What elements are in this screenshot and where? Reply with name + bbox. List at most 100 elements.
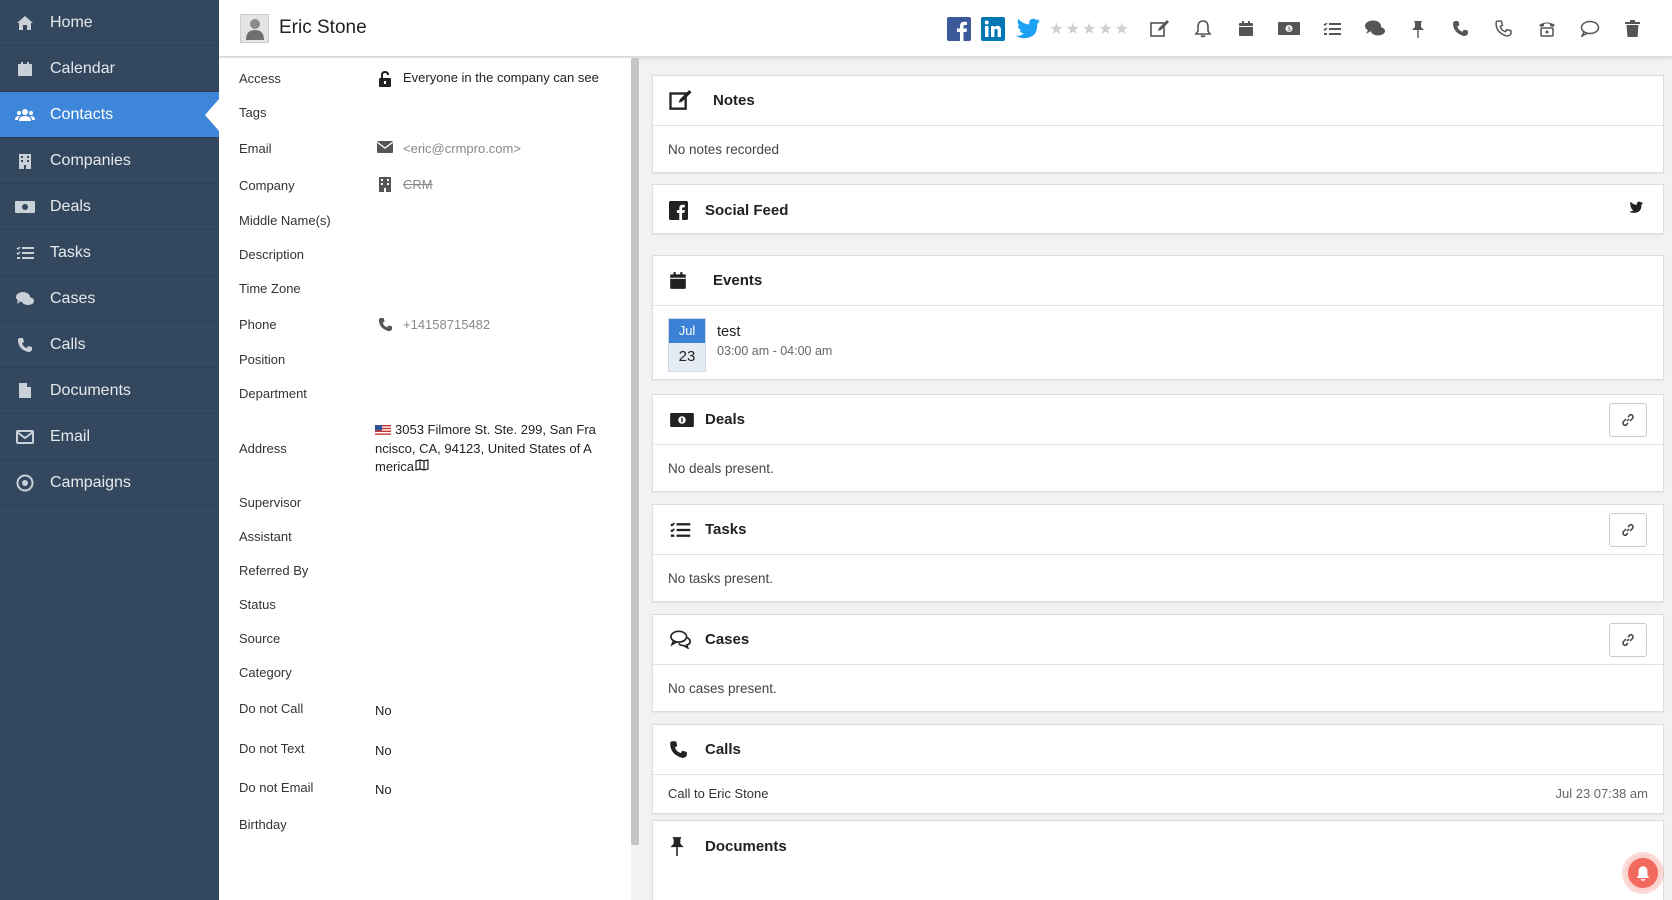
- event-day: 23: [669, 343, 705, 371]
- company-value[interactable]: CRM: [403, 175, 433, 194]
- reminder-button[interactable]: [1181, 9, 1224, 49]
- do-not-text-value: No: [375, 743, 392, 758]
- notification-bell-button[interactable]: [1625, 855, 1661, 891]
- detail-label: Source: [239, 631, 281, 646]
- detail-label: Do not Text: [239, 741, 305, 756]
- delete-button[interactable]: [1611, 9, 1654, 49]
- cases-header[interactable]: Cases: [653, 615, 1663, 665]
- phone-value[interactable]: +14158715482: [403, 315, 490, 334]
- documents-card: Documents: [652, 820, 1664, 900]
- trash-icon: [1625, 20, 1640, 37]
- sidebar-item-contacts[interactable]: Contacts: [0, 92, 219, 138]
- detail-label: Company: [239, 178, 295, 193]
- pin-button[interactable]: [1396, 9, 1439, 49]
- twitter-icon[interactable]: [1628, 201, 1643, 219]
- sidebar-item-email[interactable]: Email: [0, 414, 219, 460]
- detail-label: Tags: [239, 105, 267, 120]
- link-icon: [1622, 523, 1634, 537]
- sidebar-item-cases[interactable]: Cases: [0, 276, 219, 322]
- money-icon: $: [1277, 22, 1300, 35]
- building-icon: [0, 153, 50, 169]
- call-item[interactable]: Call to Eric Stone Jul 23 07:38 am: [653, 775, 1663, 812]
- notes-empty: No notes recorded: [668, 142, 780, 157]
- documents-header[interactable]: Documents: [653, 821, 1663, 871]
- tasks-empty: No tasks present.: [668, 571, 774, 586]
- events-header[interactable]: Events: [653, 256, 1663, 306]
- call-name: Call to Eric Stone: [668, 786, 769, 801]
- edit-button[interactable]: [1138, 9, 1181, 49]
- sidebar-item-calls[interactable]: Calls: [0, 322, 219, 368]
- add-case-button[interactable]: [1353, 9, 1396, 49]
- sidebar-item-tasks[interactable]: Tasks: [0, 230, 219, 276]
- star-icon[interactable]: ★: [1049, 19, 1063, 39]
- envelope-icon: [0, 429, 50, 444]
- add-event-button[interactable]: [1224, 9, 1267, 49]
- checklist-icon: [0, 245, 50, 260]
- events-title: Events: [713, 272, 763, 289]
- details-scrollbar[interactable]: [631, 58, 639, 845]
- detail-label: Address: [239, 441, 287, 456]
- tasks-card: Tasks No tasks present.: [652, 504, 1664, 602]
- message-button[interactable]: [1568, 9, 1611, 49]
- add-deal-button[interactable]: $: [1267, 9, 1310, 49]
- target-icon: [0, 474, 50, 492]
- cases-empty: No cases present.: [668, 681, 777, 696]
- money-icon: [0, 200, 50, 213]
- sidebar: Home Calendar Contacts Companies Deals T…: [0, 0, 219, 900]
- link-deal-button[interactable]: [1609, 403, 1647, 437]
- facebook-button[interactable]: [942, 16, 976, 41]
- bell-icon: [1194, 19, 1211, 37]
- sidebar-item-companies[interactable]: Companies: [0, 138, 219, 184]
- notes-header[interactable]: Notes: [653, 76, 1663, 126]
- star-icon[interactable]: ★: [1082, 19, 1096, 39]
- sidebar-item-deals[interactable]: Deals: [0, 184, 219, 230]
- email-value[interactable]: <eric@crmpro.com>: [403, 139, 521, 158]
- avatar[interactable]: [240, 13, 269, 43]
- link-icon: [1622, 633, 1634, 647]
- call-button[interactable]: [1482, 9, 1525, 49]
- social-feed-title: Social Feed: [705, 201, 789, 219]
- event-title[interactable]: test: [717, 324, 832, 340]
- rating-stars[interactable]: ★ ★ ★ ★ ★: [1048, 19, 1130, 39]
- cases-card: Cases No cases present.: [652, 614, 1664, 712]
- call-time: Jul 23 07:38 am: [1555, 786, 1648, 801]
- desk-phone-button[interactable]: [1525, 9, 1568, 49]
- event-date-badge: Jul 23: [668, 318, 706, 372]
- sidebar-item-documents[interactable]: Documents: [0, 368, 219, 414]
- social-feed-header[interactable]: Social Feed: [653, 185, 1663, 235]
- phone-icon: [375, 315, 395, 332]
- facebook-icon: [947, 16, 972, 41]
- star-icon[interactable]: ★: [1066, 19, 1080, 39]
- social-feed-card: Social Feed: [652, 184, 1664, 234]
- log-call-button[interactable]: [1439, 9, 1482, 49]
- twitter-button[interactable]: [1010, 18, 1044, 40]
- notes-card: Notes No notes recorded: [652, 75, 1664, 173]
- add-task-button[interactable]: [1310, 9, 1353, 49]
- link-case-button[interactable]: [1609, 623, 1647, 657]
- link-task-button[interactable]: [1609, 513, 1647, 547]
- deals-title: Deals: [705, 411, 746, 428]
- deals-card: Deals No deals present.: [652, 394, 1664, 492]
- star-icon[interactable]: ★: [1115, 19, 1129, 39]
- sidebar-item-home[interactable]: Home: [0, 0, 219, 46]
- detail-label: Time Zone: [239, 281, 301, 296]
- comments-icon: [0, 291, 50, 307]
- detail-label: Middle Name(s): [239, 213, 331, 228]
- deals-empty: No deals present.: [668, 461, 774, 476]
- sidebar-item-campaigns[interactable]: Campaigns: [0, 460, 219, 506]
- map-icon[interactable]: [415, 458, 429, 476]
- sidebar-item-calendar[interactable]: Calendar: [0, 46, 219, 92]
- calls-header[interactable]: Calls: [653, 725, 1663, 775]
- tasks-header[interactable]: Tasks: [653, 505, 1663, 555]
- star-icon[interactable]: ★: [1098, 19, 1112, 39]
- deals-header[interactable]: Deals: [653, 395, 1663, 445]
- linkedin-button[interactable]: [976, 16, 1010, 41]
- contact-toolbar: ★ ★ ★ ★ ★ $: [942, 0, 1654, 57]
- pin-icon: [1411, 20, 1424, 38]
- event-item[interactable]: Jul 23 test 03:00 am - 04:00 am: [653, 306, 1663, 384]
- edit-icon: [1149, 19, 1169, 37]
- sidebar-item-label: Tasks: [50, 243, 91, 261]
- event-time: 03:00 am - 04:00 am: [717, 344, 833, 358]
- sidebar-item-label: Cases: [50, 289, 96, 307]
- detail-label: Department: [239, 386, 307, 401]
